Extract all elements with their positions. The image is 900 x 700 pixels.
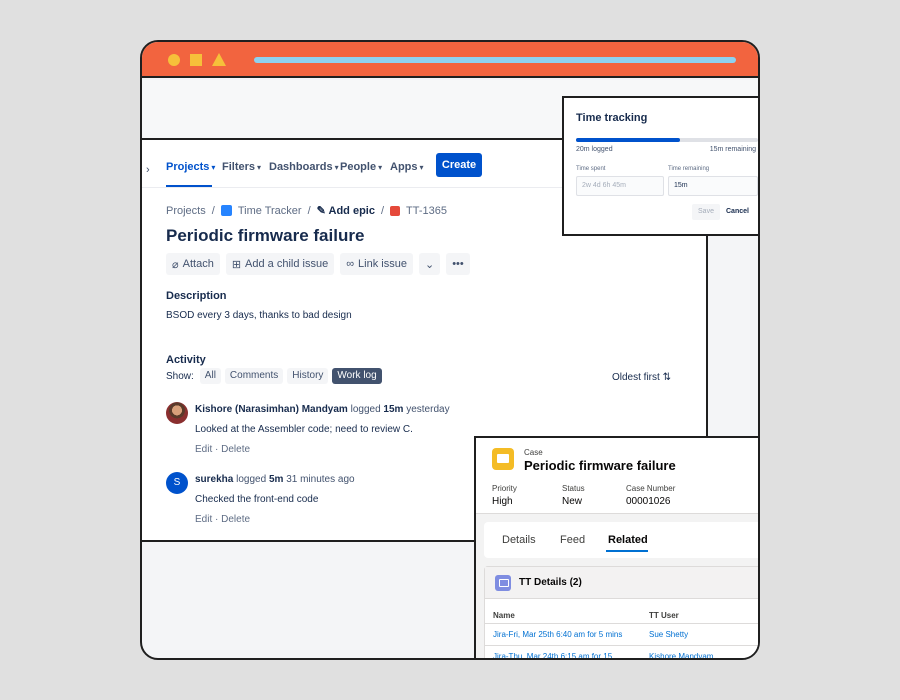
nav-item-dashboards[interactable]: Dashboards ▾ (269, 161, 339, 173)
time-progress-bar (576, 138, 758, 142)
edit-link[interactable]: Edit (195, 514, 212, 525)
case-number-label: Case Number (626, 484, 676, 493)
description-label: Description (166, 290, 227, 302)
chevron-down-icon: ⌄ (424, 258, 435, 271)
cancel-button[interactable]: Cancel (726, 204, 749, 220)
status-label: Status (562, 484, 585, 493)
time-remaining-label: Time remaining (668, 166, 710, 172)
edit-link[interactable]: Edit (195, 444, 212, 455)
avatar[interactable]: S (166, 472, 188, 494)
worklog-time: 31 minutes ago (286, 474, 355, 485)
browser-window: › Projects ▾ Filters ▾ Dashboards ▾ People ▾… (140, 40, 760, 660)
worklog-text: Checked the front-end code (195, 494, 319, 505)
hierarchy-icon: ⊞ (231, 258, 242, 271)
nav-item-people[interactable]: People ▾ (340, 161, 382, 173)
tab-active-indicator (606, 550, 648, 552)
breadcrumb-project[interactable]: Time Tracker (238, 205, 302, 217)
chevron-right-icon: › (146, 164, 150, 176)
activity-label: Activity (166, 354, 206, 366)
issue-type-icon (390, 205, 401, 216)
sort-order-button[interactable]: Oldest first ⇅ (612, 372, 671, 383)
breadcrumb-projects[interactable]: Projects (166, 205, 206, 217)
project-icon (220, 205, 232, 216)
case-title: Periodic firmware failure (524, 458, 676, 473)
link-issue-button[interactable]: ∞ Link issue (340, 253, 413, 275)
user-link[interactable]: Kishore Mandyam (649, 652, 713, 658)
circle-icon (168, 54, 180, 66)
tab-feed[interactable]: Feed (560, 534, 585, 546)
more-actions-button[interactable]: ••• (446, 253, 470, 275)
column-header-tt-user[interactable]: TT User (649, 611, 679, 620)
nav-item-apps[interactable]: Apps ▾ (390, 161, 424, 173)
time-remaining-input[interactable]: 15m (668, 176, 758, 196)
filter-all[interactable]: All (199, 368, 221, 384)
browser-titlebar (142, 42, 758, 78)
triangle-icon (212, 53, 226, 66)
link-dropdown-button[interactable]: ⌄ (418, 253, 441, 275)
description-text[interactable]: BSOD every 3 days, thanks to bad design (166, 310, 352, 321)
record-type: Case (524, 448, 543, 457)
column-header-name[interactable]: Name (493, 611, 515, 620)
nav-item-projects[interactable]: Projects ▾ (166, 161, 215, 173)
case-header: Case Periodic firmware failure Priority … (476, 438, 758, 514)
record-link[interactable]: Jira-Fri, Mar 25th 6:40 am for 5 mins (493, 630, 622, 639)
status-value: New (562, 496, 583, 507)
avatar[interactable] (166, 402, 188, 424)
time-remaining-text: 15m remaining (709, 146, 756, 153)
save-button[interactable]: Save (692, 204, 720, 220)
salesforce-case-panel: Case Periodic firmware failure Priority … (474, 436, 758, 658)
record-link[interactable]: Jira-Thu, Mar 24th 6:15 am for 15 ... (493, 652, 621, 658)
worklog-duration: 15m (383, 404, 404, 415)
nav-active-indicator (166, 185, 212, 187)
related-list-title[interactable]: TT Details (2) (519, 577, 582, 588)
filter-comments[interactable]: Comments (224, 368, 284, 384)
related-list-icon (495, 575, 511, 591)
filter-work-log[interactable]: Work log (332, 368, 382, 384)
table-row: Jira-Fri, Mar 25th 6:40 am for 5 mins Su… (485, 623, 758, 645)
breadcrumb-issue-key[interactable]: TT-1365 (406, 205, 447, 217)
issue-toolbar: ⌀ Attach ⊞ Add a child issue ∞ Link issue ⌄… (166, 253, 470, 275)
nav-item-filters[interactable]: Filters ▾ (222, 161, 261, 173)
tab-related[interactable]: Related (608, 534, 648, 546)
priority-value: High (492, 496, 513, 507)
priority-label: Priority (492, 484, 517, 493)
tab-details[interactable]: Details (502, 534, 536, 546)
breadcrumb: Projects / Time Tracker / ✎ Add epic / T… (166, 204, 447, 218)
user-link[interactable]: Sue Shetty (649, 630, 688, 639)
add-child-issue-button[interactable]: ⊞ Add a child issue (225, 253, 335, 275)
case-number-value: 00001026 (626, 496, 671, 507)
time-tracking-dialog: Time tracking 20m logged 15m remaining T… (562, 96, 758, 236)
time-logged: 20m logged (576, 146, 613, 153)
activity-filter-row: Show: All Comments History Work log (166, 368, 382, 384)
create-button[interactable]: Create (436, 153, 482, 177)
attach-button[interactable]: ⌀ Attach (166, 253, 220, 275)
paperclip-icon: ⌀ (172, 258, 179, 271)
time-tracking-title: Time tracking (576, 112, 648, 124)
issue-title[interactable]: Periodic firmware failure (166, 226, 364, 246)
worklog-time: yesterday (406, 404, 450, 415)
case-icon (492, 448, 514, 470)
worklog-author[interactable]: Kishore (Narasimhan) Mandyam (195, 404, 348, 415)
table-row: Jira-Thu, Mar 24th 6:15 am for 15 ... Ki… (485, 645, 758, 658)
worklog-text: Looked at the Assembler code; need to re… (195, 424, 413, 435)
worklog-author[interactable]: surekha (195, 474, 233, 485)
filter-history[interactable]: History (287, 368, 329, 384)
related-list-header: TT Details (2) (485, 567, 758, 599)
case-tabs: Details Feed Related (484, 522, 758, 558)
add-epic-button[interactable]: ✎ Add epic (317, 204, 375, 217)
delete-link[interactable]: Delete (221, 514, 250, 525)
time-spent-label: Time spent (576, 166, 606, 172)
time-progress-fill (576, 138, 680, 142)
worklog-duration: 5m (268, 474, 284, 485)
related-list-card: TT Details (2) Name TT User Jira-Fri, Ma… (484, 566, 758, 658)
link-icon: ∞ (346, 258, 355, 270)
address-bar[interactable] (254, 57, 736, 63)
show-label: Show: (166, 370, 194, 382)
time-spent-input[interactable]: 2w 4d 6h 45m (576, 176, 664, 196)
square-icon (190, 54, 202, 66)
delete-link[interactable]: Delete (221, 444, 250, 455)
